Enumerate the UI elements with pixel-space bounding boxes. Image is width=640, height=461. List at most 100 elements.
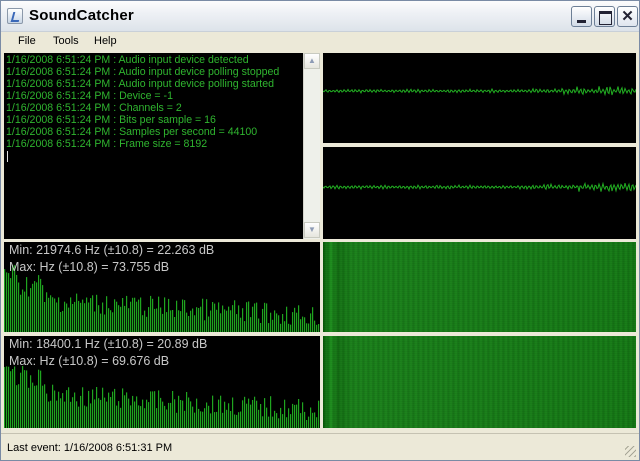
spectrum-bar (70, 401, 72, 428)
spectrum-bar (34, 281, 36, 332)
spectrogram-left-image (323, 242, 636, 332)
spectrum-bar (214, 412, 216, 428)
spectrum-bar (126, 392, 128, 428)
spectrum-bar (292, 403, 294, 428)
spectrum-bar (112, 391, 114, 428)
scroll-down-button[interactable]: ▼ (304, 222, 320, 238)
spectrum-bar (82, 299, 84, 332)
menu-file[interactable]: File (18, 35, 36, 47)
spectrum-bar (290, 414, 292, 428)
spectrum-bar (132, 395, 134, 428)
spectrum-bar (146, 399, 148, 428)
spectrum-bar (112, 312, 114, 332)
spectrum-bar (220, 395, 222, 428)
spectrum-bar (30, 288, 32, 332)
spectrum-bar (90, 403, 92, 428)
spectrum-bar (190, 310, 192, 332)
spectrogram-right-image (323, 336, 636, 428)
spectrum-bar (22, 366, 24, 428)
spectrum-bar (134, 401, 136, 428)
spectrum-bar (166, 312, 168, 332)
spectrum-bar (264, 302, 266, 332)
spectrum-bar (190, 401, 192, 428)
spectrum-bar (280, 407, 282, 428)
minimize-button[interactable] (571, 6, 592, 27)
close-button[interactable]: ✕ (617, 6, 638, 27)
spectrum-bar (318, 400, 320, 428)
spectrum-bar (94, 399, 96, 428)
spectrum-bar (264, 398, 266, 428)
title-bar[interactable]: SoundCatcher ✕ (1, 1, 639, 32)
spectrum-bar (158, 296, 160, 332)
spectrum-bar (48, 297, 50, 332)
spectrum-bar (214, 303, 216, 332)
spectrum-bar (268, 416, 270, 428)
spectrum-bar (314, 320, 316, 332)
spectrum-bar (184, 300, 186, 332)
spectrum-bar (244, 321, 246, 332)
spectrum-bar (108, 308, 110, 332)
spectrum-bar (148, 307, 150, 332)
spectrum-bar (252, 306, 254, 332)
spectrum-bar (44, 384, 46, 428)
spectrum-bar (176, 412, 178, 428)
spectrum-bar (260, 404, 262, 428)
spectrum-bar (248, 301, 250, 332)
spectrum-bar (272, 416, 274, 428)
spectrum-bar (188, 397, 190, 428)
spectrum-bar (6, 272, 8, 332)
spectrogram-left (323, 242, 636, 332)
spectrum-bar (212, 395, 214, 428)
menu-tools[interactable]: Tools (53, 35, 79, 47)
spectrum-bar (204, 408, 206, 428)
event-log[interactable]: 1/16/2008 6:51:24 PM : Audio input devic… (4, 53, 303, 239)
spectrum-bar (116, 301, 118, 332)
app-icon[interactable] (7, 8, 23, 24)
spectrum-bar (70, 297, 72, 332)
spectrum-bar (238, 305, 240, 332)
spectrum-bar (244, 396, 246, 428)
scroll-up-button[interactable]: ▲ (304, 53, 320, 69)
spectrum-bar (176, 300, 178, 332)
spectrum-bar (238, 412, 240, 428)
spectrum-bar (198, 308, 200, 332)
spectrum-bar (250, 317, 252, 332)
spectrum-bar (94, 311, 96, 332)
spectrum-bar (308, 416, 310, 428)
spectrum-bar (242, 308, 244, 332)
spectrum-bar (232, 397, 234, 428)
spectrum-bar (96, 387, 98, 428)
menu-help[interactable]: Help (94, 35, 117, 47)
spectrum-bar (88, 390, 90, 428)
spectrum-bar (18, 384, 20, 428)
spectrum-bar (240, 411, 242, 428)
spectrum-bar (116, 405, 118, 428)
spectrum-bar (126, 295, 128, 332)
log-scrollbar[interactable]: ▲ ▼ (303, 53, 320, 239)
spectrum-bar (318, 324, 320, 332)
spectrum-bar (162, 313, 164, 332)
spectrum-bar (128, 398, 130, 428)
spectrum-bar (56, 302, 58, 332)
spectrum-bar (168, 402, 170, 428)
spectrum-bar (228, 306, 230, 332)
spectrum-bar (78, 406, 80, 428)
maximize-button[interactable] (594, 6, 615, 27)
spectrum-bar (118, 401, 120, 428)
resize-grip-icon[interactable] (625, 446, 636, 457)
spectrum-bar (316, 417, 318, 428)
spectrum-bar (148, 402, 150, 428)
spectrum-bar (36, 282, 38, 332)
spectrum-bar (86, 406, 88, 428)
spectrum-bar (152, 298, 154, 332)
spectrum-bar (54, 298, 56, 332)
spectrum-bar (206, 299, 208, 332)
spectrum-bar (68, 307, 70, 332)
spectrum-bar (38, 275, 40, 332)
spectrum-bar (172, 310, 174, 332)
spectrum-bar (124, 395, 126, 428)
spectrum-bar (14, 265, 16, 332)
spectrum-bar (218, 302, 220, 332)
spectrum-bar (198, 408, 200, 428)
spectrum-bar (258, 318, 260, 332)
